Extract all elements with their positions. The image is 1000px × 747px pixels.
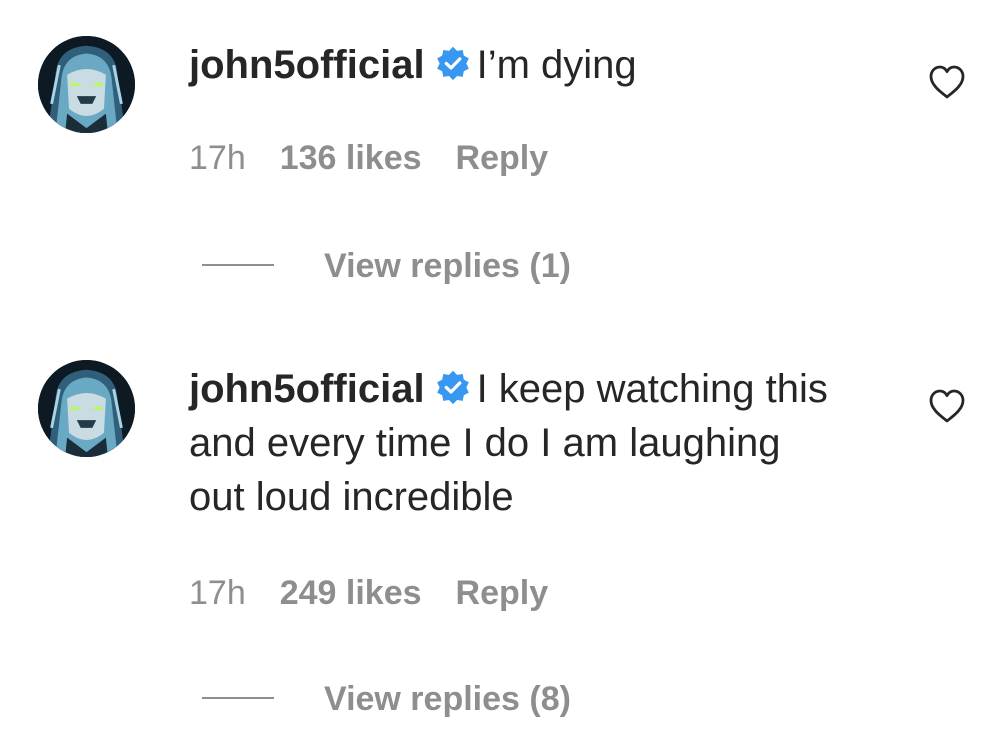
replies-divider: [202, 264, 274, 267]
avatar[interactable]: [38, 360, 135, 457]
comment-body: john5official I keep watching this and ev…: [189, 362, 839, 524]
view-replies-button[interactable]: View replies (1): [202, 246, 571, 286]
verified-badge-icon: [435, 45, 471, 81]
comment-body: john5official I’m dying: [189, 38, 839, 92]
likes-count[interactable]: 136 likes: [280, 139, 422, 177]
view-replies-label: View replies (1): [324, 247, 571, 285]
username-link[interactable]: john5official: [189, 367, 425, 411]
timestamp: 17h: [189, 139, 246, 177]
replies-divider: [202, 697, 274, 700]
likes-count[interactable]: 249 likes: [280, 574, 422, 612]
comment-meta: 17h 249 likes Reply: [189, 573, 582, 613]
timestamp: 17h: [189, 574, 246, 612]
reply-button[interactable]: Reply: [456, 139, 549, 177]
reply-button[interactable]: Reply: [456, 574, 549, 612]
avatar-image: [38, 360, 135, 457]
comment-meta: 17h 136 likes Reply: [189, 138, 582, 178]
like-heart-icon[interactable]: [928, 64, 966, 100]
view-replies-button[interactable]: View replies (8): [202, 679, 571, 719]
avatar-image: [38, 36, 135, 133]
comment-text: I’m dying: [476, 43, 637, 87]
verified-badge-icon: [435, 369, 471, 405]
like-heart-icon[interactable]: [928, 388, 966, 424]
username-link[interactable]: john5official: [189, 43, 425, 87]
avatar[interactable]: [38, 36, 135, 133]
view-replies-label: View replies (8): [324, 680, 571, 718]
